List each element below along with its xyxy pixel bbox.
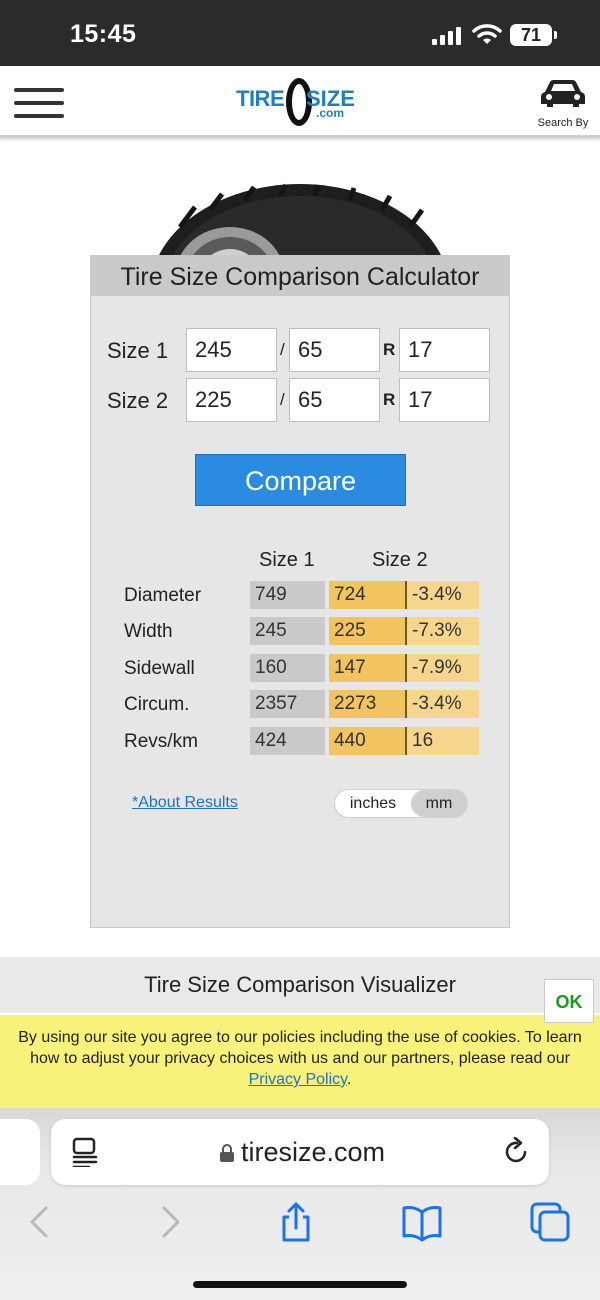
site-logo[interactable]: TIRE SIZE .com — [236, 74, 366, 130]
search-by-label: Search By — [537, 117, 589, 129]
home-indicator[interactable] — [193, 1281, 407, 1288]
diameter-size1-value: 749 — [250, 581, 325, 609]
size1-slash: / — [280, 340, 285, 359]
url-text: tiresize.com — [241, 1137, 386, 1167]
site-header: TIRE SIZE .com Search By — [0, 66, 600, 138]
size2-label: Size 2 — [107, 388, 169, 413]
about-results-link[interactable]: *About Results — [132, 794, 238, 812]
circumference-size2-value: 2273 — [329, 690, 405, 718]
cookie-banner: By using our site you agree to our polic… — [0, 1015, 600, 1108]
row-label-revs: Revs/km — [124, 731, 198, 752]
row-label-circumference: Circum. — [124, 694, 190, 715]
row-label-sidewall: Sidewall — [124, 658, 195, 679]
size1-label: Size 1 — [107, 338, 169, 363]
size2-slash: / — [280, 390, 285, 409]
status-bar: 15:45 71 — [0, 0, 600, 66]
unit-toggle[interactable]: inches mm — [334, 789, 468, 818]
reload-icon[interactable] — [503, 1137, 531, 1167]
cookie-ok-button[interactable]: OK — [544, 979, 594, 1023]
share-icon[interactable] — [274, 1200, 318, 1244]
sidewall-size2-value: 147 — [329, 654, 405, 682]
size1-r-label: R — [383, 340, 396, 359]
forward-icon[interactable] — [148, 1200, 192, 1244]
cellular-signal-icon — [432, 27, 462, 45]
revs-size2-value: 440 — [329, 727, 405, 755]
logo-text-tire: TIRE — [236, 86, 285, 111]
browser-chrome: tiresize.com — [0, 1108, 600, 1300]
search-by-button[interactable]: Search By — [532, 78, 594, 129]
results-col-size2: Size 2 — [372, 549, 428, 571]
compare-button[interactable]: Compare — [195, 454, 406, 506]
circumference-size1-value: 2357 — [250, 690, 325, 718]
reader-mode-icon[interactable] — [71, 1137, 99, 1167]
status-time: 15:45 — [70, 20, 137, 48]
visualizer-header: Tire Size Comparison Visualizer — [0, 957, 600, 1013]
revs-diff-value: 16 — [405, 727, 479, 755]
wifi-icon — [472, 24, 502, 44]
calculator-title: Tire Size Comparison Calculator — [120, 263, 480, 291]
battery-icon: 71 — [510, 24, 557, 46]
size1-width-input[interactable]: 245 — [186, 328, 277, 372]
unit-mm-option[interactable]: mm — [411, 790, 467, 817]
results-col-size1: Size 1 — [259, 549, 315, 571]
width-size2-value: 225 — [329, 617, 405, 645]
circumference-diff-value: -3.4% — [405, 690, 479, 718]
size2-aspect-input[interactable]: 65 — [289, 378, 380, 422]
size2-width-input[interactable]: 225 — [186, 378, 277, 422]
sidewall-size1-value: 160 — [250, 654, 325, 682]
size1-rim-input[interactable]: 17 — [399, 328, 490, 372]
battery-level: 71 — [520, 25, 542, 45]
address-bar[interactable]: tiresize.com — [51, 1119, 549, 1185]
row-label-width: Width — [124, 621, 173, 642]
revs-size1-value: 424 — [250, 727, 325, 755]
size2-rim-input[interactable]: 17 — [399, 378, 490, 422]
logo-text-com: .com — [316, 106, 345, 120]
visualizer-title: Tire Size Comparison Visualizer — [144, 972, 456, 997]
cookie-text: By using our site you agree to our polic… — [14, 1027, 586, 1090]
privacy-policy-link[interactable]: Privacy Policy — [249, 1071, 347, 1088]
comparison-calculator: Tire Size Comparison Calculator Size 1 2… — [90, 255, 510, 928]
calculator-header: Tire Size Comparison Calculator — [91, 256, 509, 296]
lock-icon — [220, 1144, 234, 1162]
row-label-diameter: Diameter — [124, 585, 202, 606]
size2-r-label: R — [383, 390, 396, 409]
cookie-message: By using our site you agree to our polic… — [18, 1029, 582, 1067]
size1-aspect-input[interactable]: 65 — [289, 328, 380, 372]
menu-icon[interactable] — [14, 86, 64, 120]
bookmarks-icon[interactable] — [400, 1200, 444, 1244]
sidewall-diff-value: -7.9% — [405, 654, 479, 682]
diameter-size2-value: 724 — [329, 581, 405, 609]
tabs-icon[interactable] — [528, 1200, 572, 1244]
cookie-message-end: . — [346, 1071, 352, 1088]
diameter-diff-value: -3.4% — [405, 581, 479, 609]
previous-tab-card[interactable] — [0, 1119, 40, 1185]
car-icon — [541, 80, 585, 107]
unit-inches-option[interactable]: inches — [335, 790, 411, 817]
width-size1-value: 245 — [250, 617, 325, 645]
back-icon[interactable] — [18, 1200, 62, 1244]
width-diff-value: -7.3% — [405, 617, 479, 645]
